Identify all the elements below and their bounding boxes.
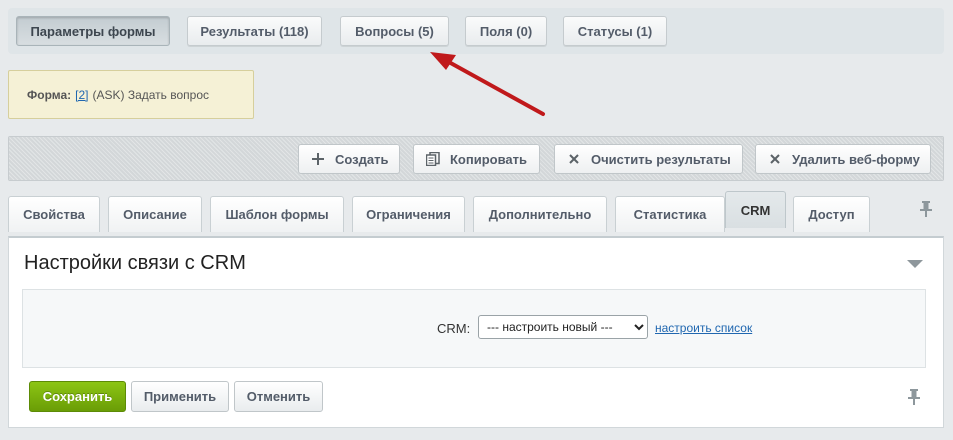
tab-form-template[interactable]: Шаблон формы (210, 196, 344, 232)
delete-form-button[interactable]: Удалить веб-форму (755, 144, 931, 174)
pin-icon[interactable] (920, 201, 932, 220)
form-nav-bar: Параметры формы Результаты (118) Вопросы… (8, 8, 944, 54)
copy-icon (424, 152, 442, 166)
tab-restrictions[interactable]: Ограничения (352, 196, 465, 232)
copy-button-label: Копировать (450, 151, 528, 167)
action-toolbar: Создать Копировать Очистить результаты У… (8, 136, 944, 181)
crm-label: CRM: (437, 321, 471, 336)
pin-icon[interactable] (908, 389, 920, 408)
crm-settings-panel: Настройки связи с CRM CRM: --- настроить… (8, 236, 944, 428)
copy-button[interactable]: Копировать (413, 144, 540, 174)
clear-results-label: Очистить результаты (591, 151, 731, 167)
plus-icon (309, 153, 327, 165)
form-info-label: Форма: (27, 87, 72, 102)
nav-questions-button[interactable]: Вопросы (5) (340, 16, 449, 46)
apply-button[interactable]: Применить (131, 381, 229, 412)
nav-form-params-button[interactable]: Параметры формы (16, 16, 170, 46)
tab-description[interactable]: Описание (108, 196, 202, 232)
form-id-link[interactable]: [2] (75, 88, 88, 102)
close-icon (766, 154, 784, 164)
configure-list-link[interactable]: настроить список (655, 321, 752, 335)
tab-additional[interactable]: Дополнительно (473, 196, 607, 232)
chevron-down-icon[interactable] (907, 260, 923, 268)
nav-results-button[interactable]: Результаты (118) (187, 16, 322, 46)
settings-tabs: Свойства Описание Шаблон формы Ограничен… (8, 191, 944, 237)
nav-fields-button[interactable]: Поля (0) (465, 16, 547, 46)
nav-statuses-button[interactable]: Статусы (1) (563, 16, 667, 46)
form-info-box: Форма: [2] (ASK) Задать вопрос (8, 70, 254, 119)
form-info-name: (ASK) Задать вопрос (92, 87, 209, 102)
tab-properties[interactable]: Свойства (8, 196, 100, 232)
cancel-button[interactable]: Отменить (234, 381, 323, 412)
tab-crm[interactable]: CRM (725, 191, 786, 228)
crm-select[interactable]: --- настроить новый --- (478, 315, 648, 339)
delete-form-label: Удалить веб-форму (792, 151, 920, 167)
tab-access[interactable]: Доступ (793, 196, 870, 232)
clear-results-button[interactable]: Очистить результаты (554, 144, 743, 174)
save-button[interactable]: Сохранить (29, 381, 126, 412)
create-button-label: Создать (335, 151, 389, 167)
create-button[interactable]: Создать (298, 144, 400, 174)
crm-settings-row: CRM: --- настроить новый --- настроить с… (22, 289, 926, 368)
close-icon (565, 154, 583, 164)
tab-statistics[interactable]: Статистика (615, 196, 725, 232)
panel-title: Настройки связи с CRM (24, 252, 246, 274)
